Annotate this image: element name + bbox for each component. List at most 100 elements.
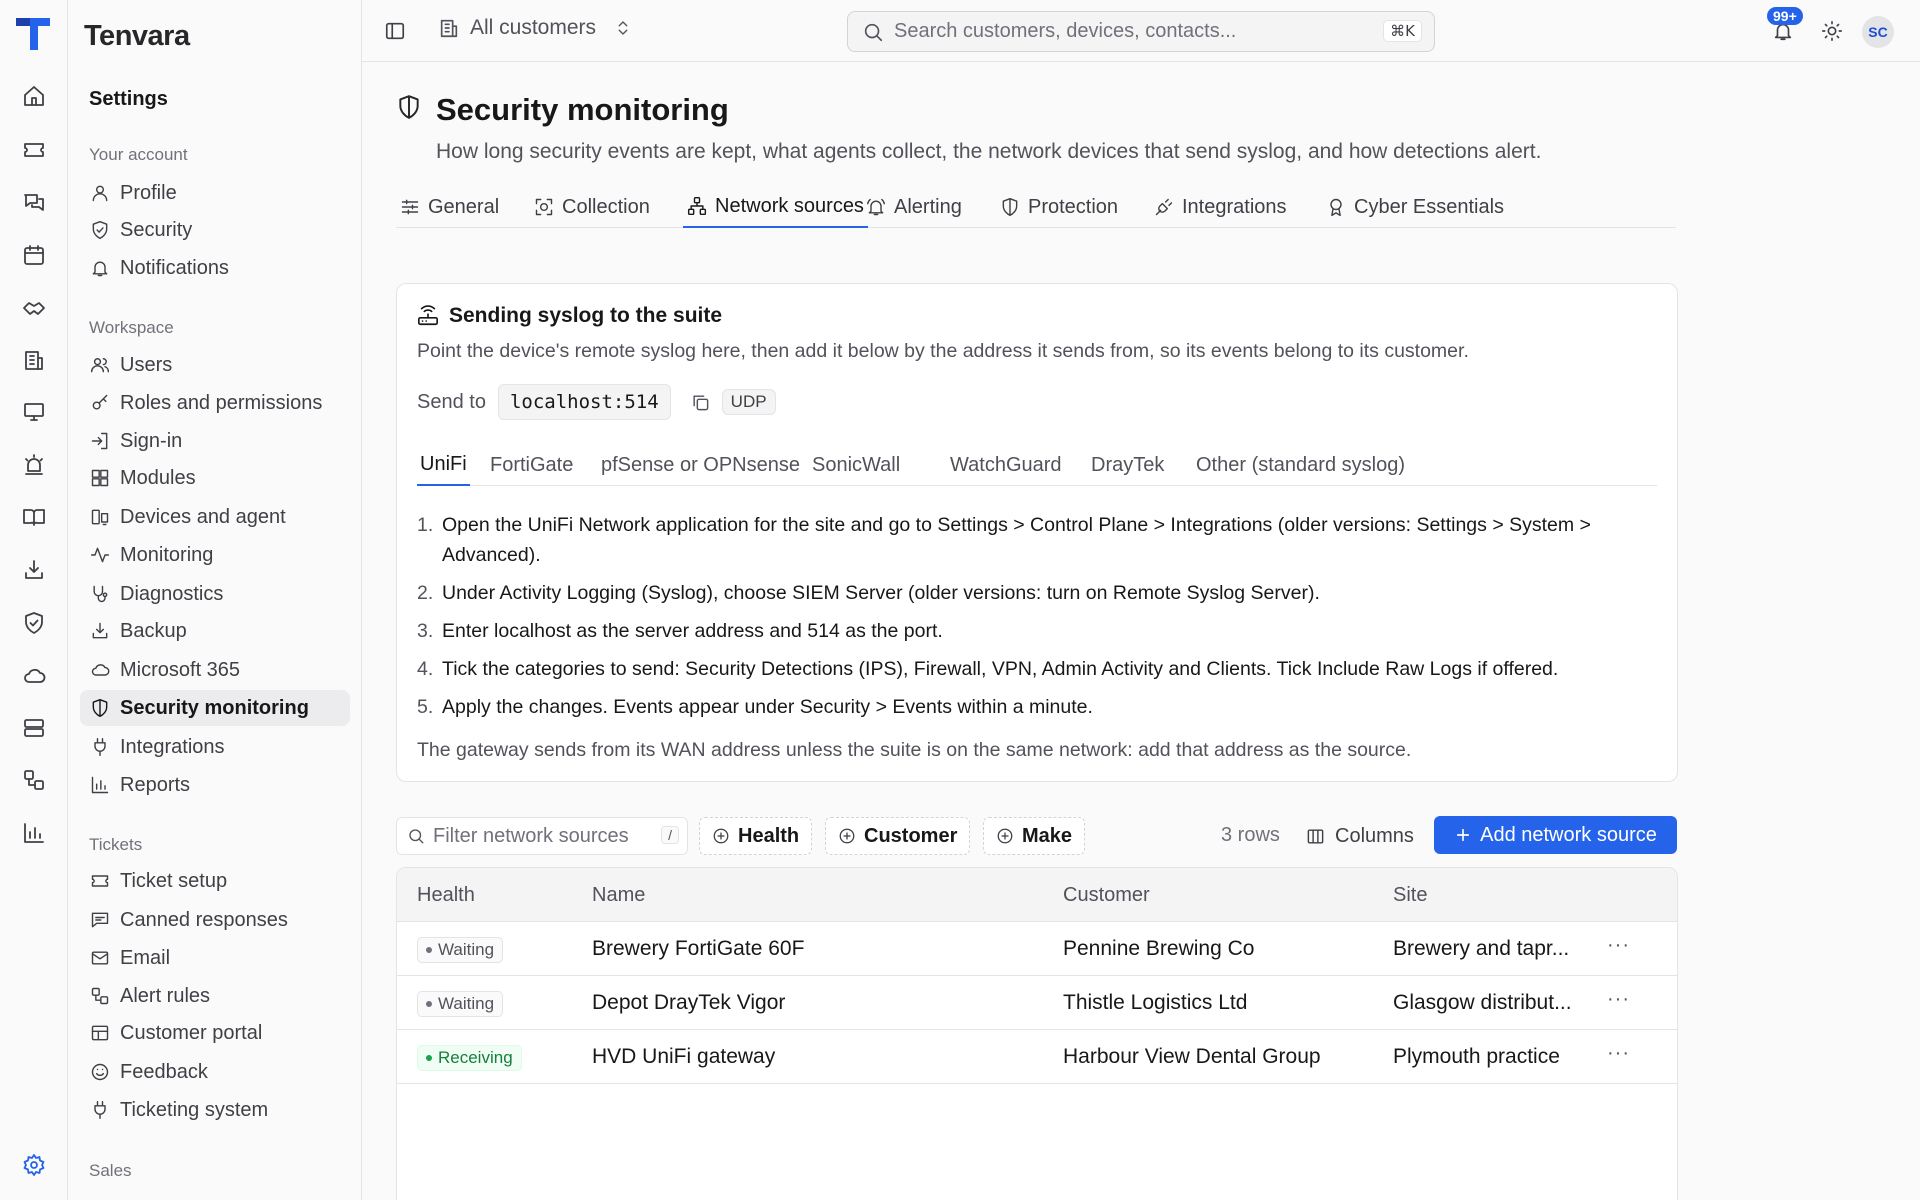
main-content: Security monitoring How long security ev… <box>362 62 1920 1200</box>
vendor-tab-sonicwall[interactable]: SonicWall <box>809 444 903 486</box>
vendor-tab-fortigate[interactable]: FortiGate <box>487 444 576 486</box>
sidebar-item-feedback[interactable]: Feedback <box>80 1054 350 1090</box>
group-label-workspace: Workspace <box>89 318 174 337</box>
row-menu-icon[interactable]: ··· <box>1607 988 1630 1011</box>
add-network-source-button[interactable]: Add network source <box>1434 816 1677 854</box>
server-icon[interactable] <box>14 708 54 748</box>
sidebar-item-security[interactable]: Security <box>80 212 350 248</box>
sidebar-item-devices[interactable]: Devices and agent <box>80 499 350 535</box>
table-row[interactable]: Waiting Brewery FortiGate 60F Pennine Br… <box>397 922 1677 976</box>
sidebar-item-sign-in[interactable]: Sign-in <box>80 423 350 459</box>
sidebar-item-canned-responses[interactable]: Canned responses <box>80 902 350 938</box>
copy-icon[interactable] <box>691 393 710 412</box>
send-to-label: Send to <box>417 390 486 413</box>
column-header-name[interactable]: Name <box>592 884 645 907</box>
filter-input[interactable] <box>433 824 653 848</box>
tab-network-sources[interactable]: Network sources <box>683 186 868 228</box>
vendor-tab-unifi[interactable]: UniFi <box>417 444 470 486</box>
row-menu-icon[interactable]: ··· <box>1607 934 1630 957</box>
table-row[interactable]: Receiving HVD UniFi gateway Harbour View… <box>397 1030 1677 1084</box>
monitor-icon[interactable] <box>14 392 54 432</box>
user-avatar[interactable]: SC <box>1862 16 1894 48</box>
row-menu-icon[interactable]: ··· <box>1607 1042 1630 1065</box>
sidebar-toggle-icon[interactable] <box>384 20 406 42</box>
vendor-tab-other[interactable]: Other (standard syslog) <box>1193 444 1408 486</box>
book-icon[interactable] <box>14 497 54 537</box>
cell-name[interactable]: HVD UniFi gateway <box>592 1045 775 1069</box>
layout-icon <box>91 1025 109 1041</box>
cell-name[interactable]: Depot DrayTek Vigor <box>592 991 785 1015</box>
sidebar-item-users[interactable]: Users <box>80 347 350 383</box>
sidebar-item-profile[interactable]: Profile <box>80 175 350 211</box>
plus-circle-icon <box>839 828 855 844</box>
search-input[interactable] <box>894 20 1374 43</box>
vendor-tab-draytek[interactable]: DrayTek <box>1088 444 1167 486</box>
sidebar-item-alert-rules[interactable]: Alert rules <box>80 978 350 1014</box>
sidebar-item-label: Modules <box>120 466 196 489</box>
status-badge: Waiting <box>417 937 504 963</box>
tab-label: Cyber Essentials <box>1354 195 1505 218</box>
shield-check-icon[interactable] <box>14 603 54 643</box>
filter-chip-make[interactable]: Make <box>983 817 1086 855</box>
filter-chip-health[interactable]: Health <box>699 817 813 855</box>
smile-icon <box>91 1063 109 1081</box>
sidebar-item-microsoft-365[interactable]: Microsoft 365 <box>80 652 350 688</box>
tab-label: Protection <box>1028 195 1119 218</box>
plug-zap-icon <box>1155 198 1173 216</box>
column-header-health[interactable]: Health <box>417 884 475 907</box>
sidebar-item-reports[interactable]: Reports <box>80 767 350 803</box>
sidebar-item-email[interactable]: Email <box>80 940 350 976</box>
sidebar-item-notifications[interactable]: Notifications <box>80 250 350 286</box>
plug-icon <box>94 1100 106 1120</box>
workflow-icon[interactable] <box>14 760 54 800</box>
siren-icon[interactable] <box>14 445 54 485</box>
tab-general[interactable]: General <box>396 186 503 228</box>
brand-name[interactable]: Tenvara <box>84 20 190 53</box>
sidebar-item-modules[interactable]: Modules <box>80 460 350 496</box>
global-search[interactable]: ⌘K <box>847 11 1435 52</box>
bar-chart-icon <box>91 776 109 794</box>
tab-alerting[interactable]: Alerting <box>862 186 966 228</box>
tab-integrations[interactable]: Integrations <box>1150 186 1291 228</box>
syslog-address[interactable]: localhost:514 <box>497 384 671 420</box>
cloud-icon[interactable] <box>14 656 54 696</box>
tab-cyber-essentials[interactable]: Cyber Essentials <box>1322 186 1508 228</box>
building-icon[interactable] <box>14 340 54 380</box>
column-header-customer[interactable]: Customer <box>1063 884 1150 907</box>
cell-site: Glasgow distribut... <box>1393 991 1572 1014</box>
tenvara-logo-icon[interactable] <box>14 16 54 52</box>
download-tray-icon[interactable] <box>14 550 54 590</box>
home-icon[interactable] <box>14 76 54 116</box>
handshake-icon[interactable] <box>14 288 54 328</box>
column-header-site[interactable]: Site <box>1393 884 1427 907</box>
sidebar-item-customer-portal[interactable]: Customer portal <box>80 1015 350 1051</box>
columns-button[interactable]: Columns <box>1306 817 1414 855</box>
ticket-icon[interactable] <box>14 130 54 170</box>
filter-chip-customer[interactable]: Customer <box>825 817 971 855</box>
sidebar-item-diagnostics[interactable]: Diagnostics <box>80 576 350 612</box>
sidebar-item-roles[interactable]: Roles and permissions <box>80 385 350 421</box>
tab-collection[interactable]: Collection <box>530 186 654 228</box>
vendor-tab-watchguard[interactable]: WatchGuard <box>947 444 1065 486</box>
cell-name[interactable]: Brewery FortiGate 60F <box>592 937 804 961</box>
sidebar-item-ticketing-system[interactable]: Ticketing system <box>80 1092 350 1128</box>
sidebar-item-ticket-setup[interactable]: Ticket setup <box>80 863 350 899</box>
vendor-tab-pfsense[interactable]: pfSense or OPNsense <box>598 444 803 486</box>
cell-customer: Harbour View Dental Group <box>1063 1045 1321 1068</box>
table-row[interactable]: Waiting Depot DrayTek Vigor Thistle Logi… <box>397 976 1677 1030</box>
status-badge: Receiving <box>417 1045 522 1071</box>
tab-protection[interactable]: Protection <box>996 186 1122 228</box>
sidebar-item-monitoring[interactable]: Monitoring <box>80 537 350 573</box>
sidebar-item-security-monitoring[interactable]: Security monitoring <box>80 690 350 726</box>
bar-chart-icon[interactable] <box>14 813 54 853</box>
filter-network-sources[interactable]: / <box>396 817 688 855</box>
instruction-step: 3. Enter localhost as the server address … <box>417 616 1657 646</box>
sidebar-item-integrations[interactable]: Integrations <box>80 729 350 765</box>
customer-scope-selector[interactable]: All customers <box>438 16 632 40</box>
theme-toggle-sun-icon[interactable] <box>1821 20 1843 42</box>
calendar-icon[interactable] <box>14 235 54 275</box>
sidebar-item-backup[interactable]: Backup <box>80 613 350 649</box>
settings-gear-icon[interactable] <box>14 1145 54 1185</box>
chat-icon[interactable] <box>14 183 54 223</box>
cell-customer: Thistle Logistics Ltd <box>1063 991 1248 1014</box>
